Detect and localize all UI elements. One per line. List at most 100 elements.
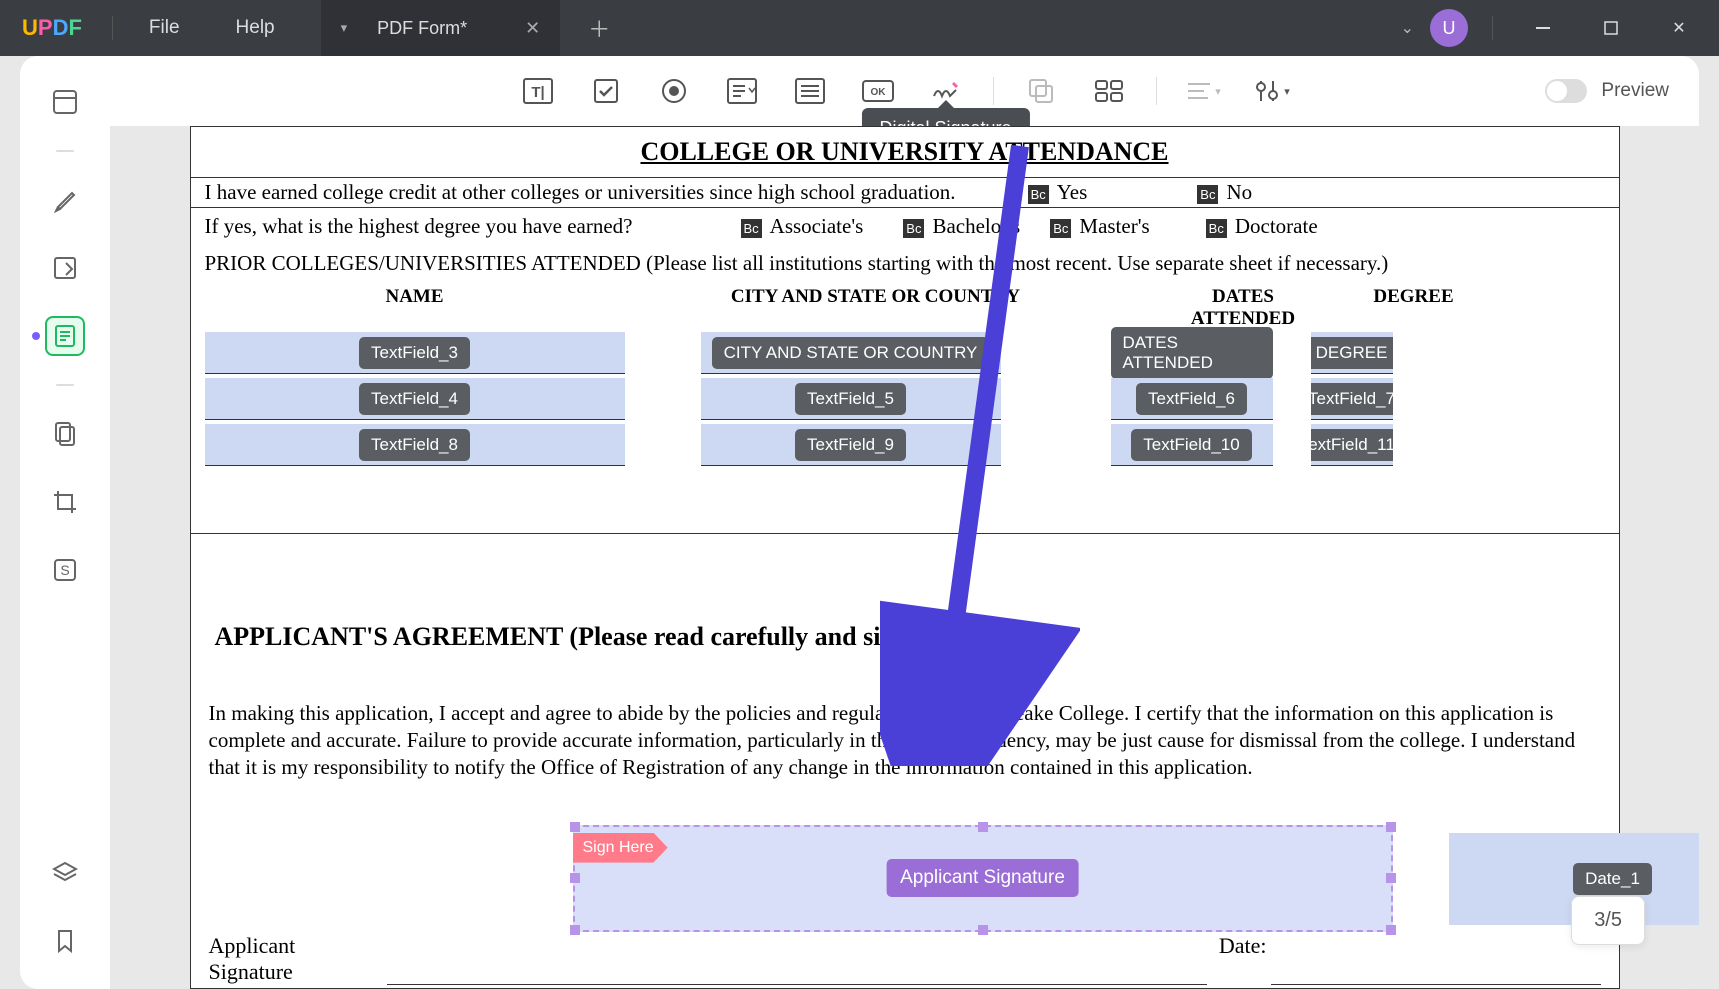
form-text-field[interactable]: TextField_8	[205, 424, 625, 466]
form-text-field[interactable]: TextField_7	[1311, 378, 1393, 420]
option-bachelors: Bachelor's	[932, 214, 1020, 238]
form-tool-icon[interactable]	[45, 316, 85, 356]
signature-line	[387, 933, 1207, 985]
option-yes: Yes	[1057, 180, 1088, 204]
listbox-tool[interactable]	[789, 70, 831, 112]
preview-label: Preview	[1601, 80, 1669, 102]
form-text-field[interactable]: DEGREE	[1311, 332, 1393, 374]
field-label: Applicant Signature	[886, 859, 1079, 897]
form-text-field[interactable]: TextField_9	[701, 424, 1001, 466]
resize-handle[interactable]	[1386, 822, 1396, 832]
form-text-field[interactable]: TextField_5	[701, 378, 1001, 420]
form-text-field[interactable]: TextField_3	[205, 332, 625, 374]
resize-handle[interactable]	[1386, 873, 1396, 883]
signature-caption: Applicant Signature	[209, 933, 383, 985]
date-line	[1271, 933, 1601, 985]
form-text-field[interactable]: TextField_6	[1111, 378, 1273, 420]
divider	[112, 16, 113, 40]
section-divider	[191, 468, 1619, 534]
close-icon[interactable]: ✕	[525, 18, 540, 39]
option-doctorate: Doctorate	[1235, 214, 1318, 238]
form-text-field[interactable]: CITY AND STATE OR COUNTRY	[701, 332, 1001, 374]
tab-dropdown-icon[interactable]: ▾	[341, 20, 348, 36]
signature-field[interactable]: Applicant Signature	[573, 825, 1393, 932]
dropdown-tool[interactable]	[721, 70, 763, 112]
active-indicator	[32, 332, 40, 340]
section-heading: COLLEGE OR UNIVERSITY ATTENDANCE	[191, 127, 1619, 178]
table-row: TextField_3 CITY AND STATE OR COUNTRY DA…	[191, 330, 1619, 376]
question-text: If yes, what is the highest degree you h…	[205, 214, 633, 239]
table-row: TextField_8 TextField_9 TextField_10 ext…	[191, 422, 1619, 468]
digital-signature-tool[interactable]: Digital Signature	[925, 70, 967, 112]
option-masters: Master's	[1079, 214, 1149, 238]
pencil-icon[interactable]	[45, 180, 85, 220]
bookmark-icon[interactable]	[45, 921, 85, 961]
option-associates: Associate's	[770, 214, 864, 238]
question-row-1: I have earned college credit at other co…	[191, 178, 1619, 208]
close-window-button[interactable]: ✕	[1653, 0, 1705, 56]
checkbox-icon[interactable]: Bc	[741, 219, 762, 238]
header-city: CITY AND STATE OR COUNTRY	[701, 286, 1051, 330]
question-text: I have earned college credit at other co…	[205, 180, 956, 205]
svg-text:S: S	[60, 562, 69, 578]
text-field-tool[interactable]: T|	[517, 70, 559, 112]
resize-handle[interactable]	[570, 822, 580, 832]
menu-file[interactable]: File	[121, 17, 208, 39]
checkbox-icon[interactable]: Bc	[1028, 185, 1049, 204]
header-degree: DEGREE	[1364, 286, 1464, 330]
divider	[1492, 16, 1493, 40]
document-tab[interactable]: ▾ PDF Form* ✕	[321, 0, 561, 56]
layers-icon[interactable]	[45, 853, 85, 893]
left-sidebar: S	[20, 56, 110, 989]
duplicate-tool[interactable]	[1020, 70, 1062, 112]
separator	[56, 150, 74, 152]
agreement-heading: APPLICANT'S AGREEMENT (Please read caref…	[191, 606, 1619, 668]
checkbox-icon[interactable]: Bc	[1206, 219, 1227, 238]
pdf-page: COLLEGE OR UNIVERSITY ATTENDANCE I have …	[190, 126, 1620, 989]
svg-text:OK: OK	[870, 87, 886, 98]
resize-handle[interactable]	[978, 822, 988, 832]
button-tool[interactable]: OK	[857, 70, 899, 112]
page-counter: 3/5	[1571, 896, 1645, 945]
menu-help[interactable]: Help	[208, 17, 303, 39]
question-row-2: If yes, what is the highest degree you h…	[191, 208, 1619, 245]
grid-tool[interactable]	[1088, 70, 1130, 112]
crop-icon[interactable]	[45, 482, 85, 522]
checkbox-tool[interactable]	[585, 70, 627, 112]
separator	[993, 77, 994, 105]
prior-colleges-text: PRIOR COLLEGES/UNIVERSITIES ATTENDED (Pl…	[191, 245, 1619, 282]
titlebar: UPDF File Help ▾ PDF Form* ✕ ＋ ⌄ U ✕	[0, 0, 1719, 56]
chevron-down-icon[interactable]: ⌄	[1401, 18, 1414, 38]
separator	[56, 384, 74, 386]
app-logo: UPDF	[0, 15, 104, 41]
document-viewport[interactable]: COLLEGE OR UNIVERSITY ATTENDANCE I have …	[110, 126, 1699, 989]
radio-tool[interactable]	[653, 70, 695, 112]
form-text-field[interactable]: TextField_10	[1111, 424, 1273, 466]
svg-text:T|: T|	[531, 84, 544, 101]
new-tab-button[interactable]: ＋	[588, 12, 610, 44]
header-name: NAME	[205, 286, 625, 330]
checkbox-icon[interactable]: Bc	[1050, 219, 1071, 238]
user-avatar[interactable]: U	[1430, 9, 1468, 47]
pages-icon[interactable]	[45, 414, 85, 454]
checkbox-icon[interactable]: Bc	[1197, 185, 1218, 204]
content-area: T| OK Digital Signature ▾ ▾ Previe	[110, 56, 1699, 989]
edit-text-icon[interactable]	[45, 248, 85, 288]
align-tool[interactable]: ▾	[1183, 70, 1225, 112]
settings-tool[interactable]: ▾	[1251, 70, 1293, 112]
form-text-field[interactable]: DATES ATTENDED	[1111, 332, 1273, 374]
maximize-button[interactable]	[1585, 0, 1637, 56]
form-text-field[interactable]: extField_11	[1311, 424, 1393, 466]
minimize-button[interactable]	[1517, 0, 1569, 56]
separator	[1156, 77, 1157, 105]
stamp-icon[interactable]: S	[45, 550, 85, 590]
form-text-field[interactable]: TextField_4	[205, 378, 625, 420]
thumbnails-icon[interactable]	[45, 82, 85, 122]
form-toolbar: T| OK Digital Signature ▾ ▾ Previe	[110, 56, 1699, 126]
table-header-row: NAME CITY AND STATE OR COUNTRY DATES ATT…	[191, 282, 1619, 330]
resize-handle[interactable]	[570, 873, 580, 883]
header-dates: DATES ATTENDED	[1161, 286, 1326, 330]
checkbox-icon[interactable]: Bc	[903, 219, 924, 238]
option-no: No	[1226, 180, 1252, 204]
preview-toggle[interactable]	[1545, 79, 1587, 103]
